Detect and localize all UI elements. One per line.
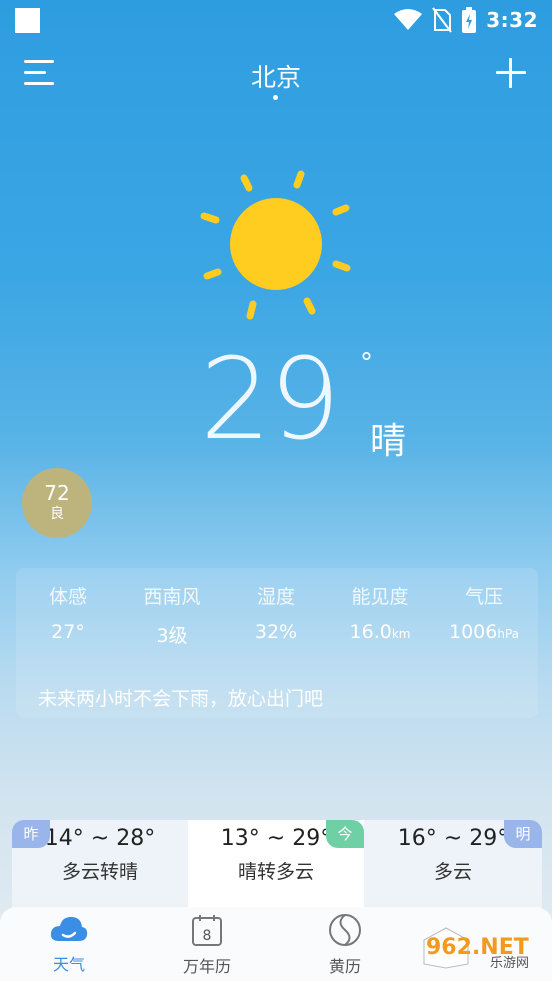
- detail-humidity: 湿度 32%: [226, 582, 326, 643]
- forecast-tag: 昨: [12, 820, 50, 848]
- detail-value: 16.0km: [349, 621, 411, 643]
- tab-label: 万年历: [182, 957, 231, 976]
- cloud-icon: [50, 917, 88, 941]
- clock: 3:32: [486, 8, 538, 32]
- detail-pressure: 气压 1006hPa: [434, 582, 534, 643]
- no-sim-icon: [432, 7, 453, 33]
- detail-value: 32%: [254, 621, 298, 643]
- detail-label: 能见度: [351, 586, 409, 608]
- aqi-level: 良: [50, 506, 64, 522]
- forecast-today[interactable]: 今 13° ~ 29° 晴转多云: [188, 820, 364, 910]
- notification-square-icon: [15, 8, 40, 33]
- rain-forecast-text: 未来两小时不会下雨，放心出门吧: [38, 688, 324, 710]
- status-icons: 3:32: [394, 6, 538, 34]
- aqi-value: 72: [44, 481, 70, 505]
- sun-icon: [200, 170, 351, 320]
- forecast-desc: 多云转晴: [61, 861, 138, 883]
- detail-value: 1006hPa: [448, 621, 519, 643]
- forecast-desc: 晴转多云: [237, 861, 314, 883]
- tab-label: 天气: [52, 955, 85, 974]
- watermark-subtext: 乐游网: [490, 956, 529, 970]
- weather-condition: 晴: [370, 421, 407, 462]
- detail-visibility: 能见度 16.0km: [330, 582, 430, 643]
- city-name[interactable]: 北京: [0, 58, 552, 94]
- forecast-yesterday[interactable]: 昨 14° ~ 28° 多云转晴: [12, 820, 188, 910]
- tab-almanac[interactable]: 黄历: [300, 913, 390, 977]
- tab-weather[interactable]: 天气: [24, 913, 114, 975]
- forecast-desc: 多云: [433, 861, 472, 883]
- forecast-tomorrow[interactable]: 明 16° ~ 29° 多云: [364, 820, 542, 910]
- calendar-icon: 8: [192, 915, 222, 946]
- detail-label: 体感: [48, 586, 87, 608]
- detail-value: 27°: [51, 621, 85, 643]
- watermark-logo: 962.NET 乐游网: [423, 927, 529, 970]
- current-temperature: 29: [200, 335, 341, 465]
- tab-label: 黄历: [328, 957, 361, 976]
- detail-feels-like: 体感 27°: [18, 582, 118, 643]
- forecast-strip: 昨 14° ~ 28° 多云转晴 今 13° ~ 29° 晴转多云 明 16° …: [12, 820, 542, 910]
- add-city-button[interactable]: [496, 58, 526, 88]
- weather-details-panel: 体感 27° 西南风 3级 湿度 32% 能见度 16.0km 气压 1006h…: [16, 568, 538, 718]
- detail-wind: 西南风 3级: [122, 582, 222, 648]
- top-bar: 北京: [0, 52, 552, 96]
- yin-yang-icon: [329, 914, 361, 946]
- detail-label: 湿度: [256, 586, 295, 608]
- tab-calendar[interactable]: 8 万年历: [162, 913, 252, 977]
- detail-label: 西南风: [143, 586, 201, 608]
- detail-value: 3级: [156, 625, 188, 647]
- calendar-date: 8: [203, 928, 212, 944]
- battery-charging-icon: [462, 7, 477, 33]
- detail-label: 气压: [464, 586, 503, 608]
- status-bar: 3:32: [0, 0, 552, 40]
- degree-symbol: °: [360, 348, 373, 378]
- wifi-icon: [394, 9, 423, 30]
- forecast-tag: 明: [504, 820, 542, 848]
- aqi-badge[interactable]: 72 良: [22, 468, 92, 538]
- forecast-tag: 今: [326, 820, 364, 848]
- page-indicator-dot: [273, 95, 278, 100]
